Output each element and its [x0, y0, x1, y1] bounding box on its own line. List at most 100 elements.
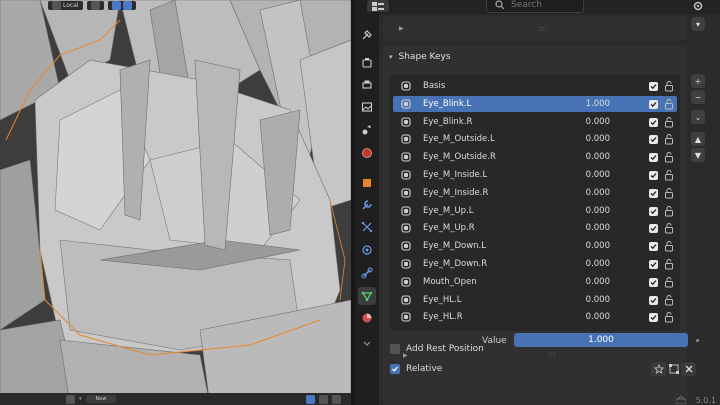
tab-modifiers[interactable]	[358, 196, 376, 214]
shape-key-row[interactable]: Eye_HL.L 0.000	[393, 292, 677, 308]
shape-key-name[interactable]: Eye_M_Outside.L	[423, 134, 495, 144]
shape-keys-list[interactable]: Basis Eye_Blink.L 1.000 Eye_Blink.R 0.000 Eye…	[390, 75, 680, 359]
shape-key-mute-checkbox[interactable]	[649, 153, 658, 163]
unlock-icon[interactable]	[664, 116, 674, 128]
tab-data[interactable]	[358, 287, 376, 305]
shape-key-mute-checkbox[interactable]	[649, 117, 658, 127]
remove-shape-key-button[interactable]: −	[691, 90, 705, 104]
unlock-icon[interactable]	[664, 276, 674, 288]
unlock-icon[interactable]	[664, 80, 674, 92]
shape-key-name[interactable]: Eye_M_Down.L	[423, 241, 486, 251]
shape-key-name[interactable]: Mouth_Open	[423, 277, 477, 287]
unlock-icon[interactable]	[664, 205, 674, 217]
unlock-icon[interactable]	[664, 294, 674, 306]
new-button[interactable]: New	[85, 395, 117, 403]
shape-key-mute-checkbox[interactable]	[649, 188, 658, 198]
shape-key-name[interactable]: Eye_HL.R	[423, 312, 463, 322]
tab-physics[interactable]	[358, 241, 376, 259]
shape-key-mute-checkbox[interactable]	[649, 82, 658, 91]
shape-key-mute-checkbox[interactable]	[649, 135, 658, 145]
shape-key-name[interactable]: Basis	[423, 81, 445, 91]
unlock-icon[interactable]	[664, 187, 674, 199]
tab-constraints[interactable]	[358, 264, 376, 282]
shape-key-lock-all-button[interactable]	[651, 362, 666, 376]
tab-particles[interactable]	[358, 218, 376, 236]
shape-key-mute-checkbox[interactable]	[649, 99, 658, 109]
editor-type-icon[interactable]	[66, 394, 75, 404]
overlay-icon[interactable]	[306, 394, 315, 404]
shading-solid-icon[interactable]	[332, 394, 341, 404]
unlock-icon[interactable]	[664, 222, 674, 234]
tab-tool[interactable]	[358, 26, 376, 44]
unlock-icon[interactable]	[664, 258, 674, 270]
shape-key-mute-checkbox[interactable]	[649, 206, 658, 216]
list-resize-grip-icon[interactable]: ⁝⁝⁝	[548, 351, 557, 358]
tab-object[interactable]	[358, 174, 376, 192]
shape-key-row[interactable]: Eye_M_Inside.R 0.000	[393, 185, 677, 201]
tab-output[interactable]	[358, 76, 376, 94]
expand-arrow-icon[interactable]: ▶	[399, 25, 404, 32]
tab-view-layer[interactable]	[358, 98, 376, 116]
shape-key-row[interactable]: Eye_M_Down.R 0.000	[393, 256, 677, 272]
unlock-icon[interactable]	[664, 240, 674, 252]
shape-key-mute-checkbox[interactable]	[649, 242, 658, 252]
shape-key-row[interactable]: Mouth_Open 0.000	[393, 274, 677, 290]
shape-key-value[interactable]: 0.000	[570, 295, 610, 305]
unlock-icon[interactable]	[664, 169, 674, 181]
tab-material[interactable]	[358, 309, 376, 327]
shape-key-value[interactable]: 0.000	[570, 152, 610, 162]
add-shape-key-button[interactable]: +	[691, 74, 705, 88]
shape-key-mute-checkbox[interactable]	[649, 313, 658, 323]
shape-key-row[interactable]: Basis	[393, 78, 677, 94]
shape-key-row[interactable]: Eye_M_Down.L 0.000	[393, 238, 677, 254]
options-gear-icon[interactable]	[692, 0, 704, 12]
unlock-icon[interactable]	[664, 98, 674, 110]
shape-key-value[interactable]: 1.000	[570, 99, 610, 109]
shape-key-mute-checkbox[interactable]	[649, 224, 658, 234]
clear-shape-keys-button[interactable]	[681, 362, 696, 376]
decorator-dot-icon[interactable]	[696, 339, 699, 342]
search-input[interactable]	[511, 0, 581, 10]
relative-option[interactable]: Relative	[390, 364, 442, 374]
tab-world[interactable]	[358, 144, 376, 162]
shape-key-value[interactable]: 0.000	[570, 277, 610, 287]
editor-type-dropdown[interactable]	[367, 0, 389, 12]
snapping-toggle[interactable]	[86, 0, 104, 10]
shape-key-edit-mode-button[interactable]	[666, 362, 681, 376]
shape-key-value[interactable]: 0.000	[570, 206, 610, 216]
unlock-icon[interactable]	[664, 151, 674, 163]
proportional-editing-toggle[interactable]	[107, 0, 136, 10]
shape-key-name[interactable]: Eye_M_Inside.R	[423, 188, 488, 198]
3d-viewport[interactable]: Local ▾ New	[0, 0, 351, 405]
shape-key-value[interactable]: 0.000	[570, 241, 610, 251]
resize-grip-icon[interactable]: ⁝⁝⁝	[539, 26, 548, 33]
list-menu-button[interactable]: ▾	[691, 17, 705, 31]
tab-render[interactable]	[358, 54, 376, 72]
shape-key-value[interactable]: 0.000	[570, 134, 610, 144]
unlock-icon[interactable]	[664, 311, 674, 323]
shape-key-row[interactable]: Eye_HL.R 0.000	[393, 309, 677, 325]
unlock-icon[interactable]	[664, 133, 674, 145]
tab-expand[interactable]	[358, 334, 376, 352]
shape-key-value[interactable]: 0.000	[570, 312, 610, 322]
shape-key-name[interactable]: Eye_M_Down.R	[423, 259, 487, 269]
shape-key-value[interactable]: 0.000	[570, 117, 610, 127]
shape-key-mute-checkbox[interactable]	[649, 260, 658, 269]
shape-key-name[interactable]: Eye_HL.L	[423, 295, 461, 305]
shape-key-mute-checkbox[interactable]	[649, 295, 658, 305]
value-slider[interactable]: 1.000	[514, 333, 688, 347]
shape-key-row[interactable]: Eye_M_Up.R 0.000	[393, 220, 677, 236]
shape-key-mute-checkbox[interactable]	[649, 171, 658, 180]
shape-key-name[interactable]: Eye_M_Up.L	[423, 206, 474, 216]
shape-key-row[interactable]: Eye_M_Up.L 0.000	[393, 203, 677, 219]
shape-key-row[interactable]: Eye_Blink.R 0.000	[393, 114, 677, 130]
transform-orientation-dropdown[interactable]: Local	[48, 0, 83, 10]
shading-icon[interactable]	[319, 394, 328, 404]
shape-key-value[interactable]: 0.000	[570, 170, 610, 180]
shape-key-value[interactable]: 0.000	[570, 188, 610, 198]
shape-key-name[interactable]: Eye_M_Up.R	[423, 223, 475, 233]
shape-key-value[interactable]: 0.000	[570, 223, 610, 233]
shape-key-name[interactable]: Eye_Blink.R	[423, 117, 472, 127]
chevron-down-icon[interactable]: ▾	[79, 396, 82, 402]
move-shape-key-up-button[interactable]: ▲	[691, 132, 705, 146]
